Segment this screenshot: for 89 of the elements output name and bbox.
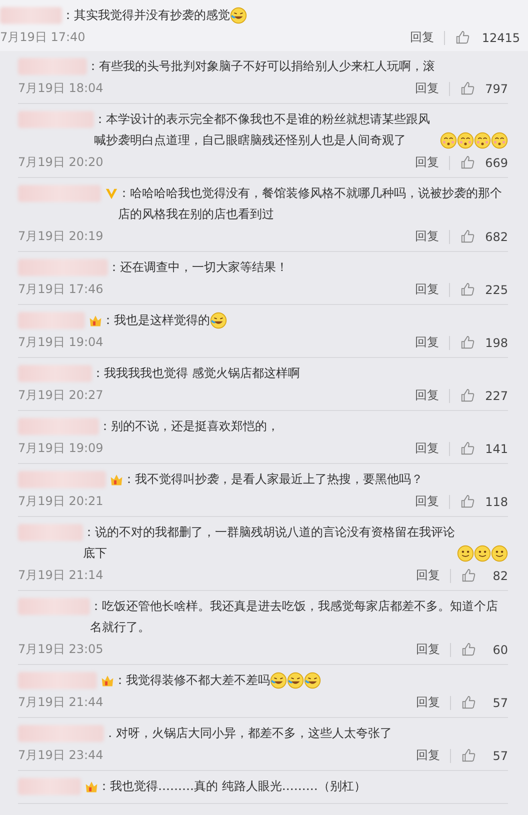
laughing-crying-emoji-icon [210, 312, 227, 329]
verified-badge-icon [105, 187, 118, 200]
comment-date: 7月19日 17:46 [18, 281, 104, 298]
like-count: 682 [485, 230, 508, 244]
thumbs-up-icon[interactable] [460, 155, 476, 170]
crown-badge-icon [110, 473, 123, 486]
crown-badge-icon [89, 314, 102, 327]
thumbs-up-icon[interactable] [460, 81, 476, 96]
like-count: 12415 [480, 30, 520, 44]
crown-badge-icon [85, 780, 98, 793]
thumbs-up-icon[interactable] [460, 441, 476, 456]
comment-date: 7月19日 23:05 [18, 641, 104, 658]
comment-text: ：我不觉得叫抄袭，是看人家最近上了热搜，要黑他吗？ [123, 471, 423, 488]
comment-text: ：我也是这样觉得的 [102, 312, 210, 329]
comment-date: 7月19日 17:40 [0, 29, 86, 46]
shy-emoji-icon [474, 132, 491, 149]
comment-date: 7月19日 19:09 [18, 440, 104, 457]
like-count: 82 [492, 568, 508, 582]
username-redacted [18, 524, 83, 541]
comment-date: 7月19日 23:44 [18, 747, 104, 764]
crown-badge-icon [101, 674, 114, 687]
comment-text: ：别的不说，还是挺喜欢郑恺的， [99, 418, 279, 435]
thumbs-up-icon[interactable] [460, 494, 476, 509]
thumbs-up-icon[interactable] [461, 695, 476, 710]
comment-text: ：其实我觉得并没有抄袭的感觉 [62, 7, 230, 24]
smile-emoji-icon [491, 545, 508, 562]
like-count: 57 [492, 696, 508, 710]
reply-link[interactable]: 回复 [415, 228, 440, 245]
username-redacted [0, 7, 62, 24]
reply-link[interactable]: 回复 [415, 154, 440, 171]
thumbs-up-icon[interactable] [461, 642, 476, 657]
smile-emoji-icon [457, 545, 474, 562]
laughing-crying-emoji-icon [230, 7, 247, 24]
reply-link[interactable]: 回复 [415, 493, 440, 510]
like-count: 225 [485, 282, 508, 296]
comment-text: ：有些我的头号批判对象脑子不好可以捐给别人少来杠人玩啊，滚 [87, 58, 435, 75]
reply-link[interactable]: 回复 [415, 440, 440, 457]
like-count: 118 [485, 494, 508, 508]
smile-emoji-icon [474, 545, 491, 562]
comment-date: 7月19日 20:21 [18, 493, 104, 510]
laughing-crying-emoji-icon [304, 672, 321, 689]
shy-emoji-icon [457, 132, 474, 149]
comment-text: ：吃饭还管他长啥样。我还真是进去吃饭，我感觉每家店都差不多。知道个店名就行了。 [90, 598, 499, 636]
comment-date: 7月19日 20:27 [18, 387, 104, 404]
username-redacted [18, 778, 81, 795]
thumbs-up-icon[interactable] [461, 748, 476, 763]
laughing-crying-emoji-icon [270, 672, 287, 689]
thumbs-up-icon[interactable] [461, 568, 476, 583]
thumbs-up-icon[interactable] [460, 282, 476, 297]
shy-emoji-icon [491, 132, 508, 149]
like-count: 141 [485, 442, 508, 456]
comment-date: 7月19日 21:44 [18, 694, 104, 711]
comment-text: ：说的不对的我都删了，一群脑残胡说八道的言论没有资格留在我评论底下 [83, 524, 456, 562]
username-redacted [18, 598, 90, 615]
comment-text: ：还在调查中，一切大家等结果！ [108, 259, 288, 276]
username-redacted [18, 58, 87, 75]
thumbs-up-icon[interactable] [460, 229, 476, 244]
comment-date: 7月19日 20:19 [18, 228, 104, 245]
reply-link[interactable]: 回复 [415, 334, 440, 351]
comment-date: 7月19日 18:04 [18, 80, 104, 97]
like-count: 57 [492, 748, 508, 762]
like-count: 227 [485, 388, 508, 402]
comment-text: ．对呀，火锅店大同小异，都差不多，这些人太夸张了 [104, 725, 392, 742]
reply-link[interactable]: 回复 [416, 641, 440, 658]
thumbs-up-icon[interactable] [460, 335, 476, 350]
reply-link[interactable]: 回复 [415, 281, 440, 298]
comment-date: 7月19日 19:04 [18, 334, 104, 351]
like-count: 198 [485, 336, 508, 350]
thumbs-up-icon[interactable] [460, 388, 476, 403]
comment-date: 7月19日 21:14 [18, 567, 104, 584]
reply-link[interactable]: 回复 [416, 567, 440, 584]
reply-link[interactable]: 回复 [415, 387, 440, 404]
like-count: 797 [485, 82, 508, 96]
like-count: 669 [485, 156, 508, 170]
comment-text: ：我也觉得………真的 纯路人眼光………（别杠） [98, 778, 366, 795]
reply-link[interactable]: 回复 [416, 747, 440, 764]
comment-text: ：我我我我也觉得 感觉火锅店都这样啊 [92, 365, 300, 382]
thumbs-up-icon[interactable] [455, 30, 470, 45]
comment-text: ：本学设计的表示完全都不像我也不是谁的粉丝就想请某些跟风喊抄袭明白点道理，自己眼瞎脑残还怪别人也是人间奇观了 [94, 111, 431, 149]
reply-link[interactable]: 回复 [415, 80, 440, 97]
laughing-crying-emoji-icon [287, 672, 304, 689]
like-count: 60 [492, 642, 508, 656]
reply-link[interactable]: 回复 [416, 694, 440, 711]
comment-date: 7月19日 20:20 [18, 154, 104, 171]
reply-link[interactable]: 回复 [410, 29, 434, 46]
username-redacted [18, 312, 85, 329]
shy-emoji-icon [440, 132, 457, 149]
comment-text: ：哈哈哈哈我也觉得没有，餐馆装修风格不就哪几种吗，说被抄袭的那个店的风格我在别的店也看到过 [118, 185, 503, 223]
comment-text: ：我觉得装修不都大差不差吗 [114, 672, 270, 689]
